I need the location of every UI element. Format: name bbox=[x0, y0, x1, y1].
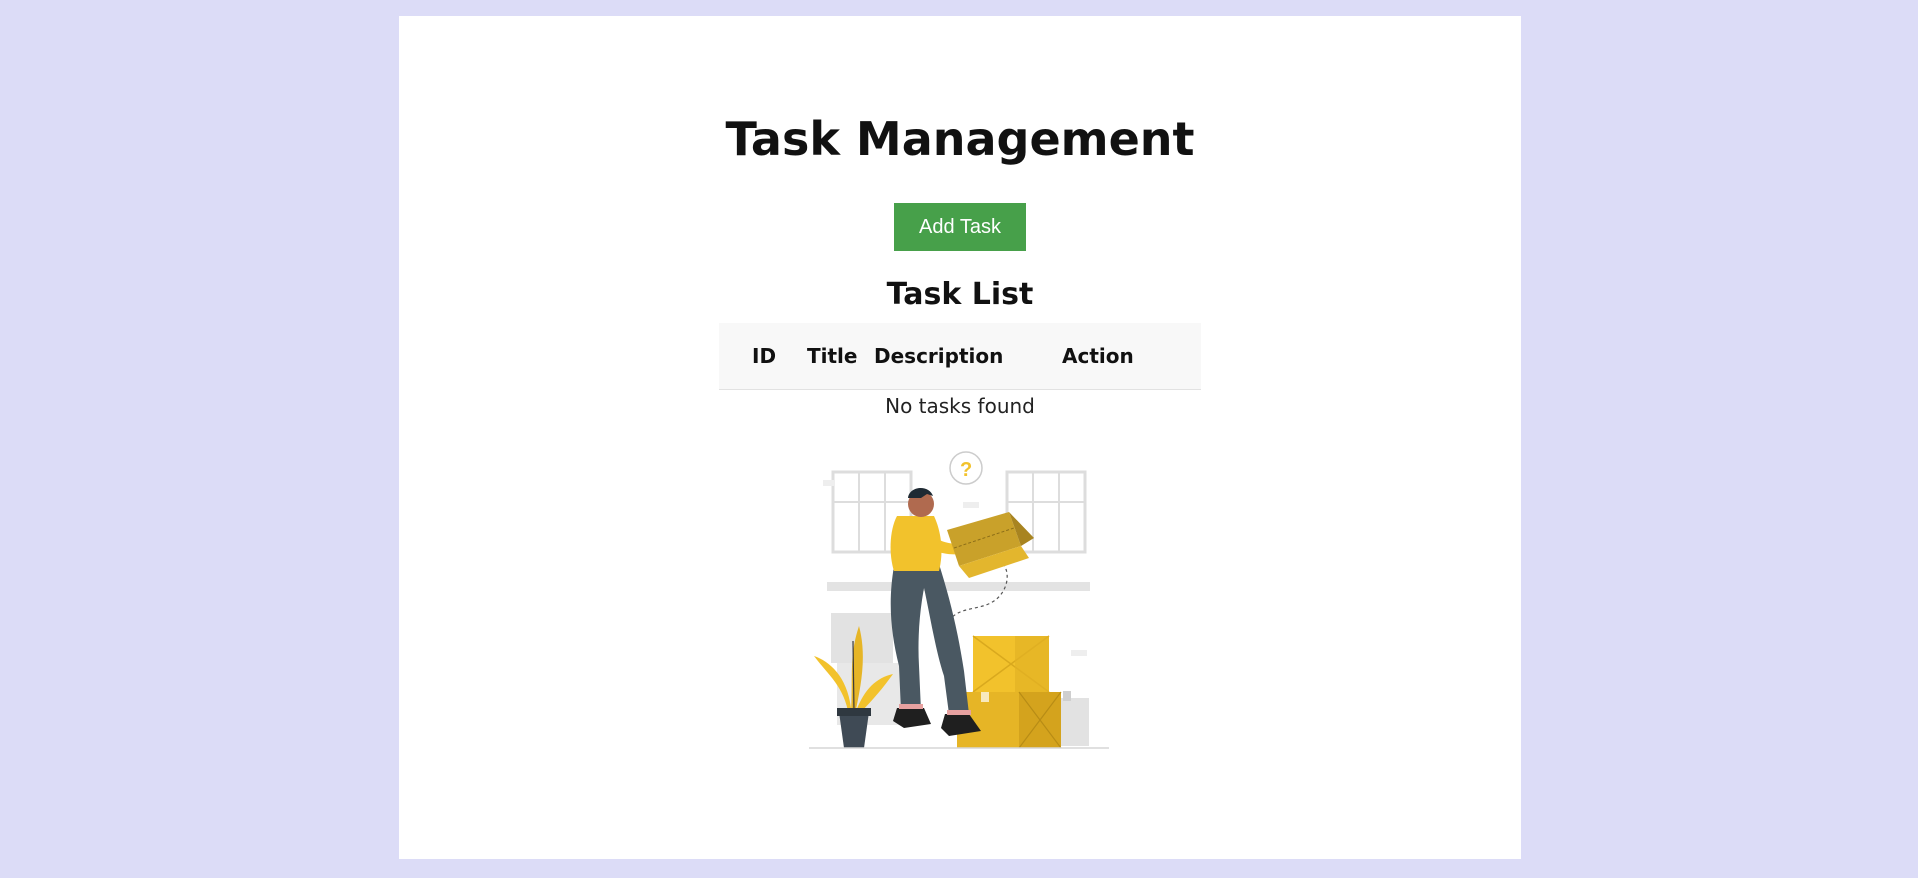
empty-state-illustration: ? bbox=[809, 446, 1109, 755]
main-card: Task Management Add Task Task List ID Ti… bbox=[399, 16, 1521, 859]
svg-text:?: ? bbox=[960, 459, 972, 481]
column-header-id: ID bbox=[752, 344, 777, 368]
empty-state-message: No tasks found bbox=[885, 394, 1035, 418]
add-task-button[interactable]: Add Task bbox=[894, 203, 1026, 251]
page-title: Task Management bbox=[725, 112, 1195, 166]
task-table-header: ID Title Description Action bbox=[719, 323, 1201, 390]
column-header-action: Action bbox=[1062, 344, 1134, 368]
task-list-title: Task List bbox=[886, 277, 1034, 312]
column-header-description: Description bbox=[874, 344, 1004, 368]
column-header-title: Title bbox=[807, 344, 858, 368]
person-carrying-box-illustration-icon: ? bbox=[809, 451, 1109, 749]
